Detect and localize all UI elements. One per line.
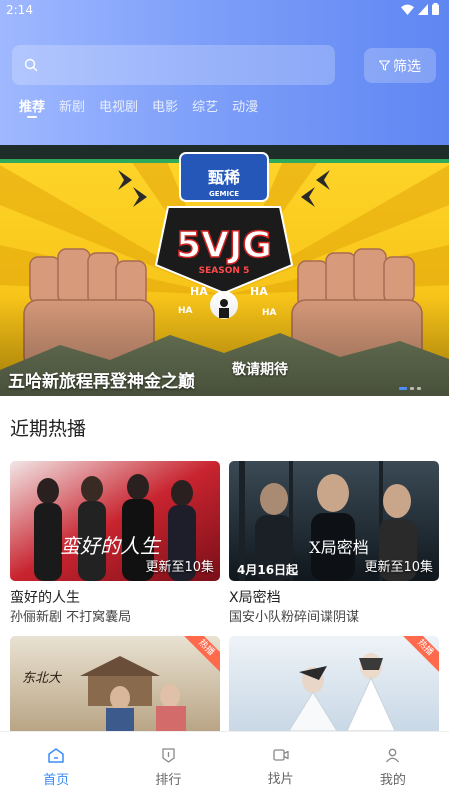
card-poster xyxy=(229,636,439,731)
banner-ha-1: HA xyxy=(190,285,208,298)
banner-artwork: 甄稀 GEMICE 5VJG SEASON 5 HA HA HA HA xyxy=(0,145,449,396)
nav-ranking-label: 排行 xyxy=(155,773,182,788)
video-icon xyxy=(272,749,289,761)
card-title[interactable]: 蛮好的人生 xyxy=(10,587,80,607)
banner-logo-main: 5VJG xyxy=(176,225,272,266)
card-poster-text: 蛮好的人生 xyxy=(60,534,162,558)
banner-dot[interactable] xyxy=(417,387,421,390)
search-input[interactable] xyxy=(46,45,326,85)
status-bar: 2:14 xyxy=(0,0,449,22)
card-update-status: 更新至10集 xyxy=(145,560,214,575)
bottom-navigation: 首页 排行 找片 我的 xyxy=(0,731,449,798)
show-card[interactable]: X局密档 4月16日起 更新至10集 X局密档 国安小队粉碎间谍阴谋 xyxy=(229,461,439,626)
tab-new-drama[interactable]: 新剧 xyxy=(59,96,85,120)
banner-logo-season: SEASON 5 xyxy=(199,266,250,276)
status-icons xyxy=(401,3,439,15)
show-card[interactable]: 热播 xyxy=(229,636,439,731)
nav-find[interactable]: 找片 xyxy=(225,732,337,798)
nav-profile-label: 我的 xyxy=(379,773,406,788)
featured-banner[interactable]: 甄稀 GEMICE 5VJG SEASON 5 HA HA HA HA 五哈新旅… xyxy=(0,145,449,396)
person-icon xyxy=(386,748,400,763)
card-update-status: 更新至10集 xyxy=(364,560,433,575)
show-card[interactable]: 蛮好的人生 更新至10集 蛮好的人生 孙俪新剧 不打窝囊局 xyxy=(10,461,220,626)
wifi-icon xyxy=(401,4,414,15)
tab-anime[interactable]: 动漫 xyxy=(232,96,258,120)
search-icon xyxy=(24,58,38,72)
filter-icon xyxy=(379,60,390,71)
banner-logo-top-en: GEMICE xyxy=(209,190,239,198)
filter-button[interactable]: 筛选 xyxy=(364,48,436,83)
card-poster-text: X局密档 xyxy=(309,538,368,557)
tab-variety[interactable]: 综艺 xyxy=(192,96,218,120)
banner-dot[interactable] xyxy=(410,387,414,390)
card-description: 国安小队粉碎间谍阴谋 xyxy=(229,610,360,625)
tab-tv-series[interactable]: 电视剧 xyxy=(99,96,138,120)
card-poster-text: 东北大 xyxy=(22,671,63,686)
card-description: 孙俪新剧 不打窝囊局 xyxy=(10,610,132,625)
category-tabs: 推荐 新剧 电视剧 电影 综艺 动漫 xyxy=(19,96,272,120)
nav-ranking[interactable]: 排行 xyxy=(112,732,224,798)
battery-icon xyxy=(432,3,439,15)
card-poster: 东北大 xyxy=(10,636,220,731)
status-time: 2:14 xyxy=(6,3,33,17)
card-thumbnail[interactable]: X局密档 4月16日起 更新至10集 xyxy=(229,461,439,581)
nav-home-label: 首页 xyxy=(43,773,70,788)
tab-recommend[interactable]: 推荐 xyxy=(19,96,45,120)
banner-dot[interactable] xyxy=(399,387,407,390)
tab-movies[interactable]: 电影 xyxy=(152,96,178,120)
banner-ha-2: HA xyxy=(250,285,268,298)
banner-ha-4: HA xyxy=(262,308,277,318)
banner-pagination xyxy=(399,387,421,390)
banner-ha-3: HA xyxy=(178,306,193,316)
nav-find-label: 找片 xyxy=(267,772,294,787)
banner-subtitle: 敬请期待 xyxy=(232,362,288,378)
card-thumbnail[interactable]: 东北大 热播 xyxy=(10,636,220,731)
ranking-icon xyxy=(162,748,175,763)
filter-label: 筛选 xyxy=(393,58,421,75)
card-poster-date: 4月16日起 xyxy=(237,562,299,577)
nav-profile[interactable]: 我的 xyxy=(337,732,449,798)
card-thumbnail[interactable]: 热播 xyxy=(229,636,439,731)
banner-logo-top: 甄稀 xyxy=(208,168,240,187)
banner-title: 五哈新旅程再登神金之巅 xyxy=(8,372,195,392)
card-title[interactable]: X局密档 xyxy=(229,587,281,607)
search-box[interactable] xyxy=(12,45,335,85)
card-thumbnail[interactable]: 蛮好的人生 更新至10集 xyxy=(10,461,220,581)
show-card[interactable]: 东北大 热播 xyxy=(10,636,220,731)
nav-home[interactable]: 首页 xyxy=(0,732,112,798)
signal-icon xyxy=(418,3,428,15)
home-icon xyxy=(48,748,64,763)
section-title-recent-hot: 近期热播 xyxy=(10,418,87,440)
